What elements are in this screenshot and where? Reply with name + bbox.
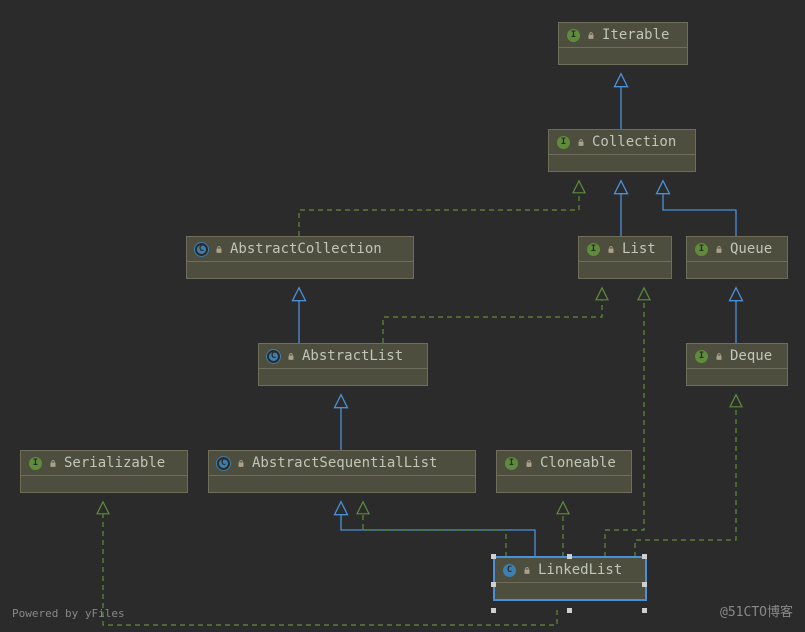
edge-linkedlist-to-serializable xyxy=(103,503,557,625)
lock-icon xyxy=(48,458,58,469)
class-node-abstractcollection[interactable]: C AbstractCollection xyxy=(186,236,414,279)
type-icon-class: C xyxy=(503,564,516,577)
class-name: Iterable xyxy=(602,27,669,43)
class-name: Queue xyxy=(730,241,772,257)
type-icon-interface: I xyxy=(557,136,570,149)
edge-linkedlist-to-list xyxy=(605,289,644,557)
lock-icon xyxy=(524,458,534,469)
class-name: AbstractCollection xyxy=(230,241,382,257)
class-node-abstractlist[interactable]: C AbstractList xyxy=(258,343,428,386)
powered-by-label: Powered by yFiles xyxy=(12,607,125,620)
selection-handle[interactable] xyxy=(491,582,496,587)
class-node-linkedlist[interactable]: C LinkedList xyxy=(494,557,646,600)
class-name: LinkedList xyxy=(538,562,622,578)
type-icon-interface: I xyxy=(695,350,708,363)
edge-linkedlist-to-deque xyxy=(635,396,736,557)
class-node-abstractseqlist[interactable]: C AbstractSequentialList xyxy=(208,450,476,493)
class-name: Collection xyxy=(592,134,676,150)
class-node-deque[interactable]: I Deque xyxy=(686,343,788,386)
edge-queue-to-collection xyxy=(663,182,736,236)
lock-icon xyxy=(714,244,724,255)
selection-handle[interactable] xyxy=(642,554,647,559)
class-name: Cloneable xyxy=(540,455,616,471)
class-node-cloneable[interactable]: I Cloneable xyxy=(496,450,632,493)
lock-icon xyxy=(286,351,296,362)
type-icon-interface: I xyxy=(505,457,518,470)
lock-icon xyxy=(576,137,586,148)
type-icon-interface: I xyxy=(29,457,42,470)
lock-icon xyxy=(214,244,224,255)
class-node-list[interactable]: I List xyxy=(578,236,672,279)
lock-icon xyxy=(586,30,596,41)
selection-handle[interactable] xyxy=(642,582,647,587)
selection-handle[interactable] xyxy=(491,608,496,613)
type-icon-class: C xyxy=(195,243,208,256)
type-icon-interface: I xyxy=(695,243,708,256)
class-node-serializable[interactable]: I Serializable xyxy=(20,450,188,493)
class-name: Serializable xyxy=(64,455,165,471)
selection-handle[interactable] xyxy=(567,608,572,613)
class-name: List xyxy=(622,241,656,257)
class-name: Deque xyxy=(730,348,772,364)
lock-icon xyxy=(606,244,616,255)
edge-linkedlist-to-abstractseqlist xyxy=(363,503,506,557)
class-node-iterable[interactable]: I Iterable xyxy=(558,22,688,65)
type-icon-interface: I xyxy=(567,29,580,42)
selection-handle[interactable] xyxy=(642,608,647,613)
edge-abstractlist-to-list xyxy=(383,289,602,343)
class-name: AbstractList xyxy=(302,348,403,364)
watermark: @51CTO博客 xyxy=(720,601,793,620)
connection-layer xyxy=(0,0,805,632)
edge-abstractcollection-to-collection xyxy=(299,182,579,236)
lock-icon xyxy=(522,565,532,576)
selection-handle[interactable] xyxy=(567,554,572,559)
edge-linkedlist-to-abstractseqlist xyxy=(341,503,535,557)
class-name: AbstractSequentialList xyxy=(252,455,437,471)
type-icon-class: C xyxy=(267,350,280,363)
uml-class-diagram: { "nodes": { "iterable": {"label":"Itera… xyxy=(0,0,805,632)
type-icon-class: C xyxy=(217,457,230,470)
class-node-collection[interactable]: I Collection xyxy=(548,129,696,172)
selection-handle[interactable] xyxy=(491,554,496,559)
lock-icon xyxy=(236,458,246,469)
type-icon-interface: I xyxy=(587,243,600,256)
lock-icon xyxy=(714,351,724,362)
class-node-queue[interactable]: I Queue xyxy=(686,236,788,279)
